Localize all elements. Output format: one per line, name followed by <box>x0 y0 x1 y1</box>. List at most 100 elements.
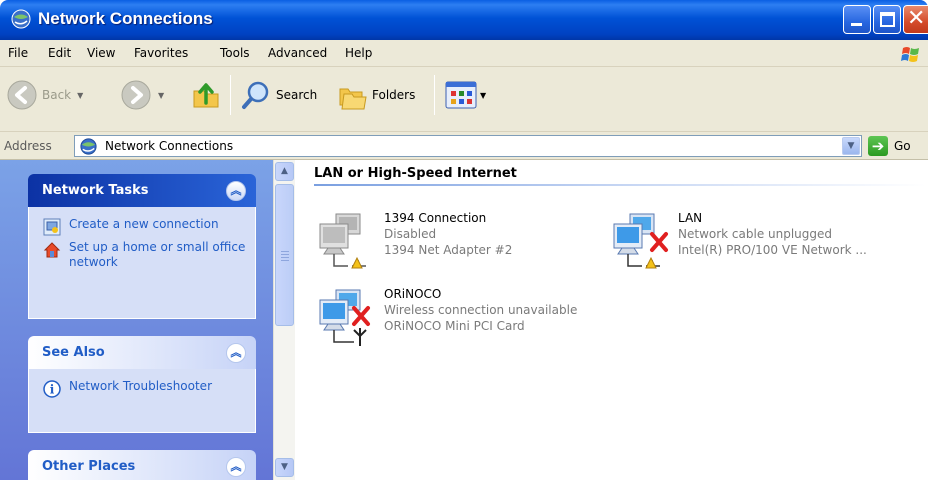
network-tasks-title: Network Tasks <box>42 183 149 198</box>
address-bar: Address Network Connections ▼ ➔ Go <box>0 132 928 160</box>
menu-help[interactable]: Help <box>345 46 372 60</box>
group-header: LAN or High-Speed Internet <box>314 166 517 181</box>
group-divider <box>314 184 926 186</box>
folders-icon <box>339 88 367 110</box>
forward-dropdown-icon[interactable]: ▼ <box>158 91 164 100</box>
menu-bar: File Edit View Favorites Tools Advanced … <box>0 40 928 67</box>
see-also-title: See Also <box>42 345 105 360</box>
task-home-network-label: Set up a home or small office network <box>69 240 246 269</box>
connection-status: Disabled <box>384 227 437 241</box>
task-create-connection[interactable]: Create a new connection <box>43 217 247 236</box>
collapse-chevron-icon[interactable]: ︽ <box>226 457 246 477</box>
connection-device: 1394 Net Adapter #2 <box>384 243 513 257</box>
collapse-chevron-icon[interactable]: ︽ <box>226 343 246 363</box>
menu-tools[interactable]: Tools <box>220 46 250 60</box>
back-arrow-icon <box>7 80 37 110</box>
grip-line <box>281 257 289 258</box>
connection-name: ORiNOCO <box>384 287 442 301</box>
connection-orinoco[interactable]: ORiNOCO Wireless connection unavailable … <box>314 286 624 350</box>
connection-orinoco-text: ORiNOCO Wireless connection unavailable … <box>384 286 577 334</box>
connection-name: 1394 Connection <box>384 211 487 225</box>
close-icon: ✕ <box>907 6 926 31</box>
other-places-title: Other Places <box>42 459 136 474</box>
grip-line <box>281 251 289 252</box>
up-folder-button[interactable] <box>190 77 222 113</box>
toolbar-separator <box>434 75 435 115</box>
connection-device: ORiNOCO Mini PCI Card <box>384 319 525 333</box>
menu-file[interactable]: File <box>8 46 28 60</box>
minimize-icon <box>851 23 862 26</box>
close-button[interactable]: ✕ <box>903 5 928 34</box>
info-icon: i <box>43 380 61 398</box>
wireless-unavailable-icon <box>319 289 370 346</box>
go-button[interactable]: ➔ Go <box>868 136 911 156</box>
search-label: Search <box>276 88 318 102</box>
toolbar: Back ▼ ▼ Search Folders ▼ <box>0 67 928 132</box>
network-tasks-header[interactable]: Network Tasks ︽ <box>28 174 256 207</box>
views-icon <box>445 81 477 109</box>
connection-1394-text: 1394 Connection Disabled 1394 Net Adapte… <box>384 210 512 258</box>
grip-line <box>281 254 289 255</box>
connection-device: Intel(R) PRO/100 VE Network ... <box>678 243 867 257</box>
go-arrow-icon: ➔ <box>868 136 888 156</box>
maximize-button[interactable] <box>873 5 901 34</box>
folders-button[interactable]: Folders <box>336 77 415 113</box>
home-network-icon <box>43 242 61 258</box>
up-folder-icon <box>193 83 219 108</box>
title-bar[interactable]: Network Connections ✕ <box>0 0 928 40</box>
menu-edit[interactable]: Edit <box>48 46 71 60</box>
task-network-troubleshooter[interactable]: i Network Troubleshooter <box>43 379 247 398</box>
back-label: Back <box>42 88 72 102</box>
connection-lan-text: LAN Network cable unplugged Intel(R) PRO… <box>678 210 867 258</box>
see-also-header[interactable]: See Also ︽ <box>28 336 256 369</box>
new-connection-icon <box>43 218 61 236</box>
views-button[interactable]: ▼ <box>444 77 486 113</box>
connection-name: LAN <box>678 211 703 225</box>
network-connections-icon <box>80 138 97 155</box>
search-icon <box>242 81 269 109</box>
network-connections-icon <box>11 9 31 29</box>
connection-status: Network cable unplugged <box>678 227 833 241</box>
task-network-troubleshooter-label: Network Troubleshooter <box>69 379 212 393</box>
other-places-panel: Other Places ︽ <box>28 450 256 480</box>
connections-view: LAN or High-Speed Internet 1394 Connecti… <box>296 160 928 480</box>
network-connection-disabled-icon <box>319 213 366 269</box>
svg-text:i: i <box>50 383 55 397</box>
connection-lan[interactable]: LAN Network cable unplugged Intel(R) PRO… <box>608 210 926 274</box>
forward-button[interactable]: ▼ <box>120 77 164 113</box>
see-also-body: i Network Troubleshooter <box>28 369 256 433</box>
back-dropdown-icon[interactable]: ▼ <box>77 91 83 100</box>
minimize-button[interactable] <box>843 5 871 34</box>
scroll-down-icon[interactable]: ▼ <box>275 458 294 477</box>
network-tasks-panel: Network Tasks ︽ Create a new connection … <box>28 174 256 319</box>
connection-1394[interactable]: 1394 Connection Disabled 1394 Net Adapte… <box>314 210 604 274</box>
task-create-connection-label: Create a new connection <box>69 217 219 231</box>
forward-arrow-icon <box>121 80 151 110</box>
address-value: Network Connections <box>105 139 234 153</box>
scroll-thumb[interactable] <box>275 184 294 326</box>
grip-line <box>281 260 289 261</box>
task-pane-scrollbar[interactable]: ▲ ▼ <box>273 160 295 480</box>
task-pane: Network Tasks ︽ Create a new connection … <box>0 160 273 480</box>
address-label: Address <box>4 139 52 153</box>
collapse-chevron-icon[interactable]: ︽ <box>226 181 246 201</box>
search-button[interactable]: Search <box>240 77 317 113</box>
network-tasks-body: Create a new connection Set up a home or… <box>28 207 256 319</box>
back-button[interactable]: Back ▼ <box>6 77 83 113</box>
menu-favorites[interactable]: Favorites <box>134 46 188 60</box>
task-home-network[interactable]: Set up a home or small office network <box>43 240 247 270</box>
folders-label: Folders <box>372 88 416 102</box>
address-input[interactable]: Network Connections ▼ <box>74 135 862 157</box>
address-dropdown-icon[interactable]: ▼ <box>842 137 860 155</box>
maximize-icon <box>880 12 895 27</box>
see-also-panel: See Also ︽ i Network Troubleshooter <box>28 336 256 433</box>
toolbar-separator <box>230 75 231 115</box>
lan-unplugged-icon <box>613 213 668 269</box>
other-places-header[interactable]: Other Places ︽ <box>28 450 256 480</box>
views-dropdown-icon[interactable]: ▼ <box>480 91 486 100</box>
menu-advanced[interactable]: Advanced <box>268 46 327 60</box>
menu-view[interactable]: View <box>87 46 115 60</box>
window-title: Network Connections <box>38 9 213 28</box>
scroll-up-icon[interactable]: ▲ <box>275 162 294 181</box>
windows-logo-icon <box>901 47 919 62</box>
